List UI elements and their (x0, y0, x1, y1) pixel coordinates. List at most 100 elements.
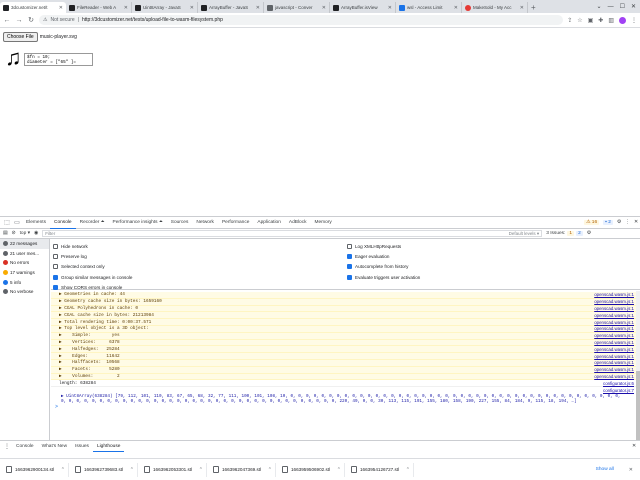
checkbox[interactable] (53, 254, 58, 260)
kebab-menu-icon[interactable]: ⋮ (625, 220, 630, 225)
devtools-tab[interactable]: Memory (311, 217, 336, 229)
devtools-tab[interactable]: Performance (218, 217, 253, 229)
kebab-menu-icon[interactable]: ⋮ (2, 443, 12, 450)
log-source-link[interactable]: openscad.wasm.js:1 (594, 360, 634, 365)
tab-close-icon[interactable]: ✕ (520, 5, 524, 11)
log-source-link[interactable]: openscad.wasm.js:1 (594, 367, 634, 372)
back-icon[interactable]: ← (3, 17, 11, 24)
context-selector[interactable]: top ▾ (20, 231, 30, 236)
download-item[interactable]: 1663962900134.stl ⌃ (3, 462, 69, 477)
chevron-up-icon[interactable]: ⌃ (199, 467, 203, 473)
log-source-link[interactable]: configurator.js:7 (603, 388, 634, 393)
browser-tab[interactable]: wsl - Access Limit ✕ (396, 2, 462, 13)
log-source-link[interactable]: openscad.wasm.js:1 (594, 333, 634, 338)
share-icon[interactable]: ⇪ (567, 17, 572, 24)
tab-close-icon[interactable]: ✕ (454, 5, 458, 11)
log-source-link[interactable]: openscad.wasm.js:1 (594, 306, 634, 311)
setting-row[interactable]: Eager evaluation (347, 251, 637, 261)
puzzle-icon[interactable]: ✚ (598, 17, 603, 24)
devtools-tab[interactable]: Network (192, 217, 218, 229)
log-source-link[interactable]: openscad.wasm.js:1 (594, 347, 634, 352)
browser-tab[interactable]: ArrayBuffer.isView ✕ (330, 2, 396, 13)
checkbox[interactable] (347, 274, 352, 280)
address-bar[interactable]: ⚠ Not secure | http://3dcustomizer.net/t… (39, 15, 564, 25)
close-devtools-icon[interactable]: ✕ (634, 220, 638, 225)
devtools-tab[interactable]: Console (50, 217, 76, 229)
eye-icon[interactable]: ◉ (34, 231, 38, 236)
maximize-icon[interactable]: ☐ (620, 3, 625, 10)
uint8array-output[interactable]: ▶ Uint8Array(638284) [79, 112, 101, 110,… (51, 394, 631, 404)
devtools-tab[interactable]: AdBlock (285, 217, 311, 229)
chevron-up-icon[interactable]: ⌃ (406, 467, 410, 473)
drawer-tab[interactable]: What's New (38, 441, 71, 452)
new-tab-button[interactable]: + (528, 2, 539, 13)
drawer-tab[interactable]: Console (12, 441, 38, 452)
filter-input[interactable]: Filter Default levels ▾ (42, 230, 543, 237)
scrollbar[interactable] (636, 291, 640, 441)
chevron-down-icon[interactable]: ⌄ (597, 3, 602, 10)
download-item[interactable]: 1663962739683.stl ⌃ (72, 462, 138, 477)
menu-icon[interactable]: ⋮ (631, 17, 637, 24)
scrollbar-thumb[interactable] (636, 371, 640, 441)
sidebar-item[interactable]: No errors (0, 258, 49, 268)
tab-close-icon[interactable]: ✕ (59, 5, 63, 11)
tab-close-icon[interactable]: ✕ (124, 5, 128, 11)
setting-row[interactable]: Autocomplete from history (347, 262, 637, 272)
console-prompt[interactable]: > (51, 404, 640, 410)
info-badge[interactable]: ▪ 2 (603, 220, 613, 225)
close-drawer-icon[interactable]: ✕ (632, 444, 636, 449)
clear-console-icon[interactable]: ⊘ (12, 231, 16, 236)
devtools-tab[interactable]: Performance insights ⏶ (109, 217, 167, 229)
setting-row[interactable]: Selected context only (53, 262, 343, 272)
star-icon[interactable]: ☆ (577, 17, 582, 24)
checkbox[interactable] (53, 274, 58, 280)
log-source-link[interactable]: openscad.wasm.js:1 (594, 299, 634, 304)
sidebar-item[interactable]: No verbose (0, 287, 49, 297)
device-toggle-icon[interactable]: ▭ (12, 219, 22, 226)
browser-tab[interactable]: FileReader - Web A ✕ (66, 2, 132, 13)
gear-icon[interactable]: ⚙ (617, 220, 621, 225)
chevron-up-icon[interactable]: ⌃ (268, 467, 272, 473)
setting-row[interactable]: Evaluate triggers user activation (347, 272, 637, 282)
checkbox[interactable] (53, 243, 58, 249)
devtools-tab[interactable]: Application (253, 217, 284, 229)
drawer-tab[interactable]: Issues (71, 441, 93, 452)
log-source-link[interactable]: configurator.js:6 (603, 381, 634, 386)
sidebar-item[interactable]: 22 messages (0, 239, 49, 249)
checkbox[interactable] (53, 264, 58, 270)
issues-counter[interactable]: 3 Issues: 1 2 (546, 231, 583, 236)
download-item[interactable]: 1663959506902.stl ⌃ (279, 462, 345, 477)
log-source-link[interactable]: openscad.wasm.js:1 (594, 326, 634, 331)
warning-badge[interactable]: ⚠ 16 (584, 220, 600, 225)
devtools-tab[interactable]: Elements (22, 217, 50, 229)
browser-tab[interactable]: 3dcustomizer.net/t ✕ (0, 2, 66, 13)
checkbox[interactable] (347, 264, 352, 270)
sidebar-toggle-icon[interactable]: ▤ (3, 231, 8, 236)
checkbox[interactable] (347, 243, 352, 249)
log-source-link[interactable]: openscad.wasm.js:1 (594, 340, 634, 345)
close-icon[interactable]: ✕ (631, 3, 636, 10)
tab-close-icon[interactable]: ✕ (322, 5, 326, 11)
sidebar-item[interactable]: 21 user mes... (0, 249, 49, 259)
browser-tab[interactable]: ArrayBuffer - JavaS ✕ (198, 2, 264, 13)
tab-close-icon[interactable]: ✕ (256, 5, 260, 11)
chevron-up-icon[interactable]: ⌃ (61, 467, 65, 473)
drawer-tab[interactable]: Lighthouse (92, 441, 125, 452)
inspect-icon[interactable]: ⬚ (2, 219, 12, 226)
log-source-link[interactable]: openscad.wasm.js:1 (594, 374, 634, 379)
levels-dropdown[interactable]: Default levels ▾ (509, 231, 540, 237)
sidebar-icon[interactable]: ▥ (608, 17, 614, 24)
log-source-link[interactable]: openscad.wasm.js:1 (594, 320, 634, 325)
avatar[interactable] (619, 16, 626, 24)
setting-row[interactable]: Log XMLHttpRequests (347, 241, 637, 251)
download-item[interactable]: 1663962053301.stl ⌃ (141, 462, 207, 477)
checkbox[interactable] (347, 254, 352, 260)
reload-icon[interactable]: ↻ (27, 16, 35, 24)
download-item[interactable]: 1663962047369.stl ⌃ (210, 462, 276, 477)
sidebar-item[interactable]: 5 info (0, 277, 49, 287)
chevron-up-icon[interactable]: ⌃ (337, 467, 341, 473)
forward-icon[interactable]: → (15, 17, 23, 24)
chevron-up-icon[interactable]: ⌃ (130, 467, 134, 473)
tab-close-icon[interactable]: ✕ (388, 5, 392, 11)
extension-icon[interactable]: ▣ (588, 17, 594, 24)
